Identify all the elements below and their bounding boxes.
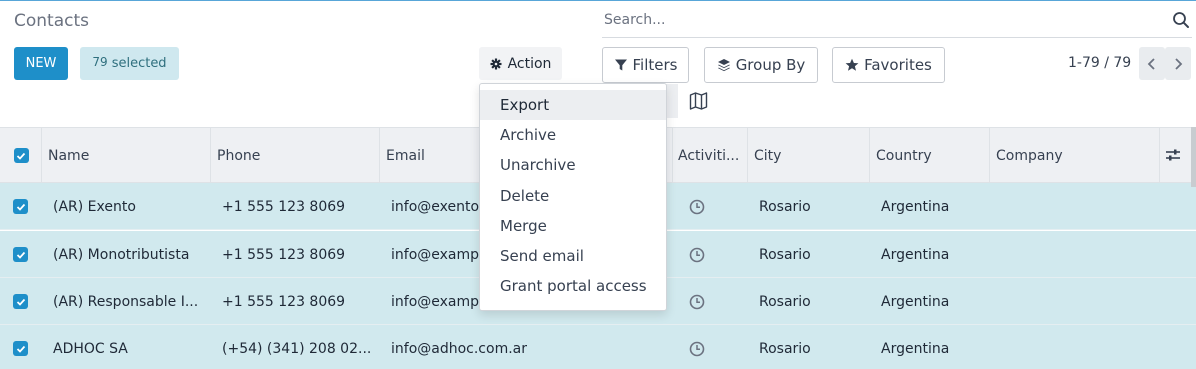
row-checkbox[interactable] (13, 341, 28, 356)
row-checkbox[interactable] (13, 199, 28, 214)
activity-clock-icon[interactable] (689, 325, 705, 369)
cell-email: info@adhoc.com.ar (391, 340, 527, 357)
cell-name: ADHOC SA (53, 340, 128, 357)
cell-phone: +1 555 123 8069 (222, 293, 346, 310)
scrollbar-thumb[interactable] (1191, 127, 1196, 187)
row-checkbox[interactable] (13, 294, 28, 309)
action-dropdown-menu: Export Archive Unarchive Delete Merge Se… (479, 83, 667, 311)
column-header-phone[interactable]: Phone (210, 128, 380, 183)
check-icon (16, 152, 26, 160)
favorites-label: Favorites (864, 56, 932, 74)
star-icon (845, 58, 859, 71)
view-switcher-list[interactable] (666, 84, 678, 118)
pager-previous-button[interactable] (1139, 47, 1165, 80)
menu-item-delete[interactable]: Delete (480, 181, 666, 211)
table-row[interactable]: ADHOC SA (+54) (341) 208 02... info@adho… (0, 325, 1196, 369)
cell-phone: +1 555 123 8069 (222, 246, 346, 263)
page-title: Contacts (14, 11, 89, 31)
group-by-label: Group By (735, 56, 806, 74)
column-header-city[interactable]: City (747, 128, 870, 183)
group-by-button[interactable]: Group By (704, 47, 818, 83)
column-header-company[interactable]: Company (989, 128, 1160, 183)
cell-name: (AR) Responsable I... (53, 293, 199, 310)
chevron-right-icon (1175, 57, 1183, 70)
search-bar[interactable] (602, 4, 1192, 38)
selected-count-badge[interactable]: 79 selected (80, 47, 179, 80)
pager-value[interactable]: 1-79 / 79 (1068, 55, 1131, 71)
cell-phone: +1 555 123 8069 (222, 198, 346, 215)
cell-name: (AR) Monotributista (53, 246, 190, 263)
cell-company (1001, 183, 1151, 230)
cell-company (1001, 278, 1151, 325)
select-all-checkbox[interactable] (13, 148, 29, 163)
menu-item-merge[interactable]: Merge (480, 211, 666, 241)
filters-label: Filters (632, 56, 678, 74)
cell-country: Argentina (881, 198, 950, 215)
menu-item-send-email[interactable]: Send email (480, 241, 666, 271)
cell-city: Rosario (759, 340, 811, 357)
check-icon (16, 251, 25, 259)
column-header-country[interactable]: Country (869, 128, 990, 183)
gear-icon (490, 58, 502, 69)
menu-item-grant-portal-access[interactable]: Grant portal access (480, 271, 666, 301)
layers-icon (717, 59, 730, 72)
search-icon[interactable] (1172, 11, 1190, 29)
new-button[interactable]: NEW (14, 47, 68, 80)
activity-clock-icon[interactable] (689, 183, 705, 230)
cell-city: Rosario (759, 198, 811, 215)
search-input[interactable] (604, 12, 1144, 28)
top-accent-line (0, 0, 1196, 1)
check-icon (16, 298, 25, 306)
cell-city: Rosario (759, 293, 811, 310)
column-header-name[interactable]: Name (41, 128, 211, 183)
filter-icon (614, 59, 627, 71)
cell-name: (AR) Exento (53, 198, 136, 215)
map-icon[interactable] (689, 92, 708, 110)
menu-item-export[interactable]: Export (480, 90, 666, 121)
check-icon (16, 203, 25, 211)
column-header-activities[interactable]: Activiti... (672, 128, 748, 183)
check-icon (16, 345, 25, 353)
filters-button[interactable]: Filters (602, 47, 689, 83)
cell-country: Argentina (881, 293, 950, 310)
select-all-cell[interactable] (0, 128, 42, 183)
cell-country: Argentina (881, 340, 950, 357)
cell-company (1001, 325, 1151, 369)
action-label: Action (507, 55, 552, 72)
chevron-left-icon (1147, 57, 1155, 70)
sliders-icon[interactable] (1165, 147, 1181, 163)
cell-company (1001, 231, 1151, 278)
cell-phone: (+54) (341) 208 02... (222, 340, 372, 357)
row-checkbox[interactable] (13, 247, 28, 262)
cell-country: Argentina (881, 246, 950, 263)
activity-clock-icon[interactable] (689, 278, 705, 325)
selected-count: 79 (92, 54, 108, 69)
favorites-button[interactable]: Favorites (832, 47, 945, 83)
action-button[interactable]: Action (479, 47, 562, 80)
menu-item-archive[interactable]: Archive (480, 120, 666, 150)
selected-label: selected (111, 56, 167, 71)
activity-clock-icon[interactable] (689, 231, 705, 278)
menu-item-unarchive[interactable]: Unarchive (480, 150, 666, 180)
cell-city: Rosario (759, 246, 811, 263)
pager-next-button[interactable] (1165, 47, 1191, 80)
